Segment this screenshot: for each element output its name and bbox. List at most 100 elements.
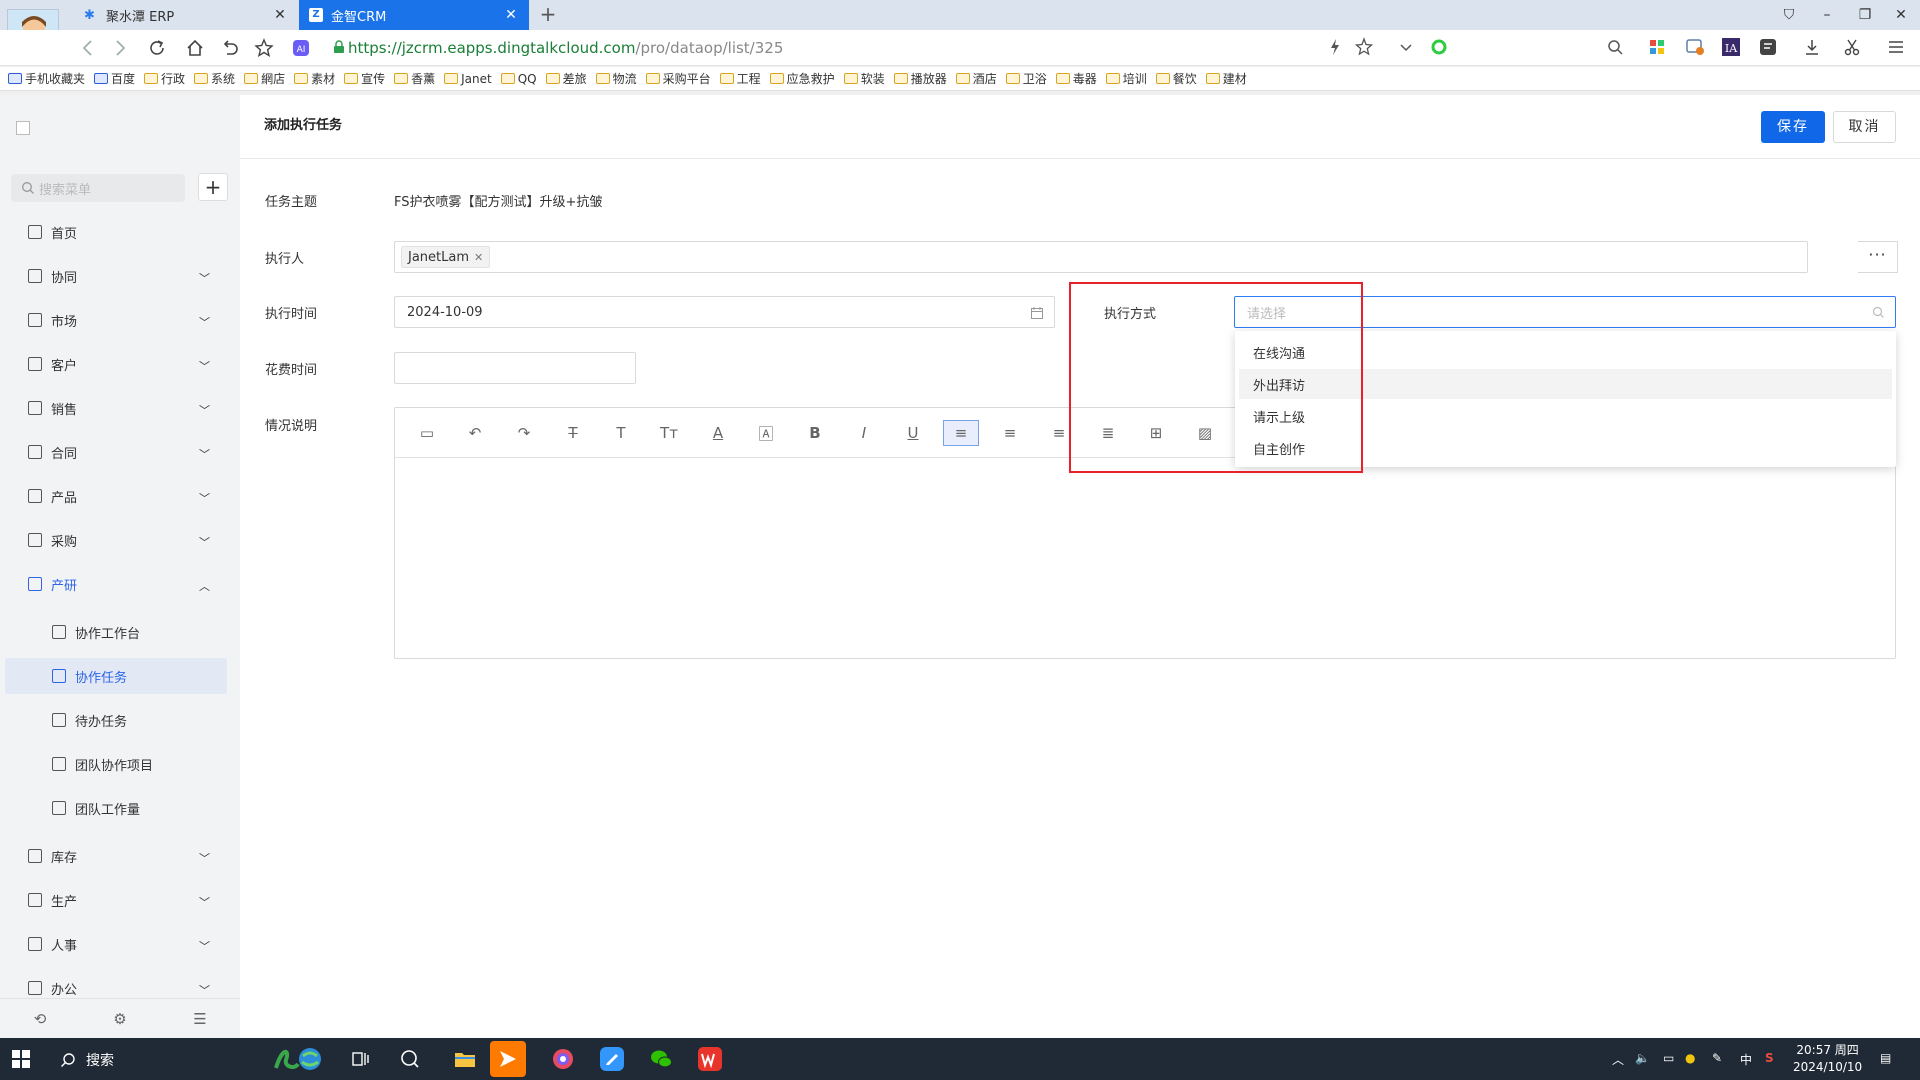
- bookmark-item[interactable]: 香薰: [394, 70, 435, 87]
- bookmark-item[interactable]: 差旅: [545, 70, 587, 87]
- undo-icon[interactable]: ↶: [457, 420, 493, 446]
- bookmark-item[interactable]: 宣传: [344, 70, 385, 87]
- notification-icon[interactable]: ▤: [1880, 1051, 1891, 1065]
- tab-close-icon[interactable]: ✕: [272, 7, 288, 23]
- sidebar-subitem[interactable]: 待办任务: [0, 702, 240, 738]
- feishu-app-icon[interactable]: [490, 1041, 526, 1077]
- align-left-icon[interactable]: ≡: [943, 420, 979, 446]
- sidebar-subitem[interactable]: 团队协作项目: [0, 746, 240, 782]
- file-explorer-icon[interactable]: [450, 1044, 480, 1074]
- add-menu-button[interactable]: +: [198, 173, 228, 201]
- pen-icon[interactable]: ✎: [1712, 1051, 1722, 1065]
- reload-icon[interactable]: [145, 36, 169, 60]
- volume-icon[interactable]: 🔈: [1635, 1051, 1650, 1065]
- spend-time-input[interactable]: [394, 352, 636, 384]
- redo-icon[interactable]: ↷: [506, 420, 542, 446]
- sidebar-item[interactable]: 市场 ﹀: [0, 302, 240, 338]
- executor-field[interactable]: JanetLam ✕: [394, 241, 1808, 273]
- ia-extension-icon[interactable]: IA: [1720, 36, 1742, 58]
- editor-body[interactable]: [395, 458, 1895, 658]
- settings-sliders-icon[interactable]: ⚙: [80, 999, 160, 1038]
- taskbar-search[interactable]: 搜索: [60, 1050, 114, 1070]
- bookmark-item[interactable]: 软装: [843, 70, 885, 87]
- bookmark-item[interactable]: 手机收藏夹: [8, 70, 85, 87]
- close-window-button[interactable]: ✕: [1888, 4, 1914, 26]
- bookmark-item[interactable]: 播放器: [893, 70, 947, 87]
- search-engine-icon[interactable]: [1428, 36, 1450, 58]
- restore-button[interactable]: ❐: [1852, 4, 1878, 26]
- bookmark-item[interactable]: 培训: [1105, 70, 1147, 87]
- bookmark-item[interactable]: QQ: [500, 72, 537, 86]
- browser-app-icon[interactable]: [548, 1044, 578, 1074]
- tab-jinzhi-crm[interactable]: Z 金智CRM ✕: [299, 0, 529, 30]
- sidebar-item[interactable]: 产研 ︿: [0, 566, 240, 602]
- bookmark-item[interactable]: 酒店: [955, 70, 997, 87]
- sidebar-subitem[interactable]: 团队工作量: [0, 790, 240, 826]
- back-icon[interactable]: [76, 36, 100, 60]
- lightning-icon[interactable]: [1324, 36, 1346, 58]
- new-tab-button[interactable]: +: [538, 4, 558, 25]
- clear-format-icon[interactable]: ▭: [409, 420, 445, 446]
- bold-icon[interactable]: B: [797, 420, 833, 446]
- app-logo[interactable]: [16, 121, 30, 135]
- hamburger-menu-icon[interactable]: [1885, 36, 1907, 58]
- collapse-sidebar-icon[interactable]: ☰: [160, 999, 240, 1038]
- search-app-icon[interactable]: [395, 1044, 425, 1074]
- scissors-icon[interactable]: [1841, 36, 1863, 58]
- bookmark-item[interactable]: Janet: [444, 72, 492, 86]
- sidebar-subitem[interactable]: 协作工作台: [0, 614, 240, 650]
- dingtalk-app-icon[interactable]: [597, 1044, 627, 1074]
- battery-icon[interactable]: ▭: [1663, 1051, 1674, 1065]
- windows-start-icon[interactable]: [12, 1050, 30, 1068]
- url-text[interactable]: https://jzcrm.eapps.dingtalkcloud.com/pr…: [348, 39, 783, 57]
- bookmark-item[interactable]: 網店: [244, 70, 285, 87]
- italic-icon[interactable]: I: [846, 420, 882, 446]
- chevron-down-icon[interactable]: [1395, 36, 1417, 58]
- sidebar-item[interactable]: 产品 ﹀: [0, 478, 240, 514]
- wechat-app-icon[interactable]: [646, 1044, 676, 1074]
- bookmark-item[interactable]: 建材: [1205, 70, 1247, 87]
- shirt-skin-icon[interactable]: ⛉: [1776, 4, 1802, 26]
- sidebar-item[interactable]: 销售 ﹀: [0, 390, 240, 426]
- star-bookmark-icon[interactable]: [252, 36, 276, 60]
- font-size-icon[interactable]: Tт: [651, 420, 687, 446]
- sidebar-item[interactable]: 库存 ﹀: [0, 838, 240, 874]
- favorite-star-icon[interactable]: [1353, 36, 1375, 58]
- bookmark-item[interactable]: 百度: [94, 70, 135, 87]
- font-color-icon[interactable]: A: [700, 420, 736, 446]
- sidebar-item[interactable]: 人事 ﹀: [0, 926, 240, 962]
- align-center-icon[interactable]: ≡: [992, 420, 1028, 446]
- bookmark-item[interactable]: 素材: [294, 70, 335, 87]
- forward-icon[interactable]: [108, 36, 132, 60]
- apps-grid-icon[interactable]: [1646, 36, 1668, 58]
- task-view-icon[interactable]: [345, 1044, 375, 1074]
- background-color-icon[interactable]: 🄰: [748, 420, 784, 446]
- ribbon-widget-icon[interactable]: [268, 1044, 326, 1074]
- reader-extension-icon[interactable]: [1757, 36, 1779, 58]
- sidebar-item[interactable]: 采购 ﹀: [0, 522, 240, 558]
- bookmark-item[interactable]: 餐饮: [1155, 70, 1197, 87]
- system-clock[interactable]: 20:57 周四 2024/10/10: [1793, 1042, 1862, 1076]
- bookmark-item[interactable]: 卫浴: [1005, 70, 1047, 87]
- remove-tag-icon[interactable]: ✕: [474, 251, 483, 264]
- sidebar-item[interactable]: 生产 ﹀: [0, 882, 240, 918]
- tab-jushuitan-erp[interactable]: ✱ 聚水潭 ERP ✕: [74, 0, 298, 30]
- tray-chevron-up-icon[interactable]: ︿: [1612, 1051, 1624, 1068]
- more-options-button[interactable]: ···: [1858, 241, 1898, 273]
- bookmark-item[interactable]: 系统: [194, 70, 235, 87]
- sidebar-item[interactable]: 合同 ﹀: [0, 434, 240, 470]
- bookmark-item[interactable]: 毒器: [1055, 70, 1097, 87]
- strikethrough-icon[interactable]: T: [555, 420, 591, 446]
- search-icon[interactable]: [1604, 36, 1626, 58]
- bookmark-item[interactable]: 采购平台: [645, 70, 711, 87]
- save-button[interactable]: 保存: [1761, 111, 1825, 143]
- ai-assistant-icon[interactable]: AI: [289, 36, 313, 60]
- bookmark-item[interactable]: 应急救护: [769, 70, 835, 87]
- sidebar-subitem[interactable]: 协作任务: [5, 658, 227, 694]
- bookmark-item[interactable]: 行政: [144, 70, 185, 87]
- bookmark-item[interactable]: 工程: [719, 70, 761, 87]
- sidebar-item[interactable]: 客户 ﹀: [0, 346, 240, 382]
- tray-app-icon[interactable]: ●: [1685, 1051, 1695, 1065]
- home-icon[interactable]: [183, 36, 207, 60]
- translate-icon[interactable]: [1684, 36, 1706, 58]
